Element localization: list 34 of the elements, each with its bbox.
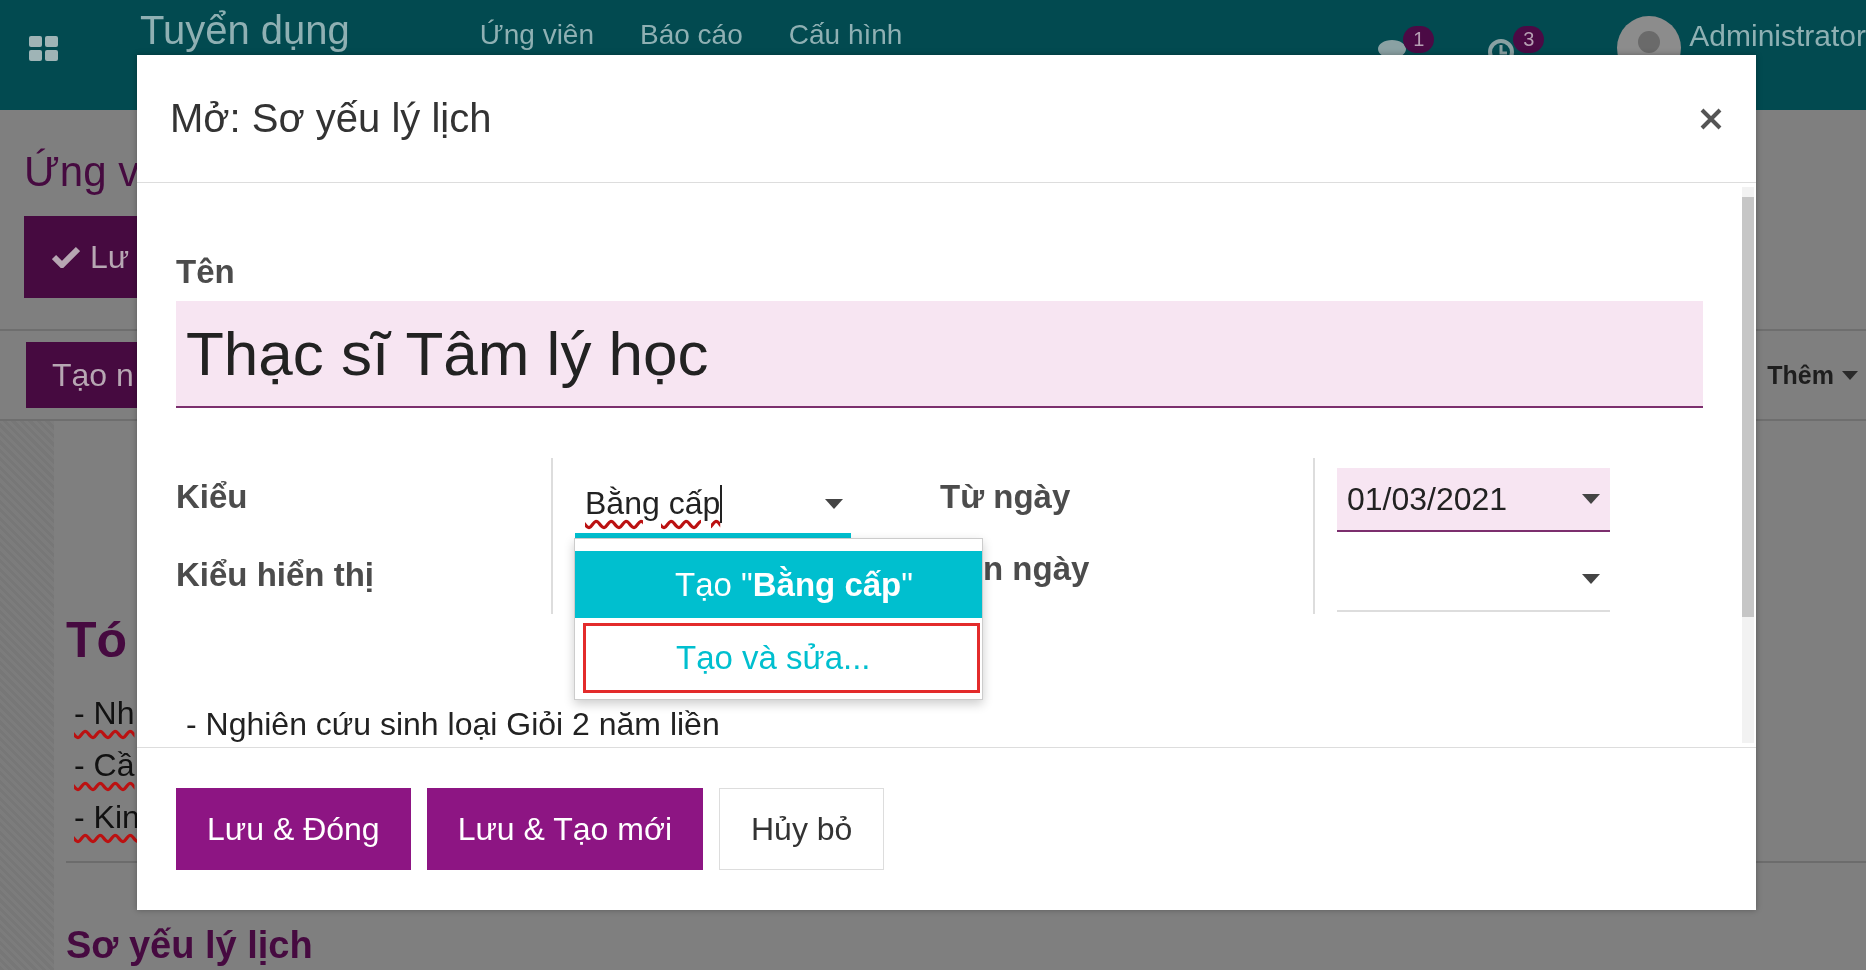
dialog-button[interactable]: Lưu & Tạo mới — [426, 788, 703, 870]
caret-icon — [1842, 370, 1858, 380]
dialog-button[interactable]: Hủy bỏ — [719, 788, 885, 870]
apps-menu-icon[interactable] — [29, 36, 59, 62]
text-line: - Kin — [74, 799, 140, 837]
field-label: Tên — [176, 253, 236, 291]
menu-item[interactable]: Ứng viên — [479, 18, 594, 52]
breadcrumb: Ứng v — [24, 148, 141, 196]
name-input[interactable]: Thạc sĩ Tâm lý học — [176, 301, 1703, 408]
menu-item[interactable]: Báo cáo — [640, 18, 743, 52]
dialog-title: Mở: Sơ yếu lý lịch — [170, 96, 492, 141]
check-icon — [52, 246, 80, 268]
user-name[interactable]: Administrator — [1689, 18, 1866, 54]
dialog-button[interactable]: Lưu & Đóng — [176, 788, 411, 870]
field-label: Kiểu hiển thị — [176, 555, 375, 595]
message-count-badge: 1 — [1403, 26, 1435, 53]
field-label: n ngày — [982, 549, 1091, 589]
more-menu[interactable]: Thêm — [1767, 360, 1858, 390]
text-line: - Cầ — [74, 747, 135, 785]
section-title: Tó — [66, 611, 128, 669]
caret-icon — [825, 498, 843, 509]
date-input[interactable]: 01/03/2021 — [1337, 468, 1610, 532]
field-label: Từ ngày — [940, 477, 1072, 517]
caret-icon — [1582, 574, 1600, 584]
scrollbar[interactable] — [1742, 187, 1754, 743]
text-line: - Nh — [74, 695, 135, 733]
menu-item[interactable]: Cấu hình — [788, 18, 903, 52]
field-label: Kiểu — [176, 477, 249, 517]
app-title: Tuyển dụng — [140, 8, 350, 52]
section-title: Sơ yếu lý lịch — [66, 923, 313, 967]
caret-icon — [1582, 494, 1600, 504]
description-text: - Nghiên cứu sinh loại Giỏi 2 năm liền — [186, 706, 720, 743]
activity-count-badge: 3 — [1513, 26, 1545, 53]
close-icon[interactable] — [1700, 107, 1722, 130]
